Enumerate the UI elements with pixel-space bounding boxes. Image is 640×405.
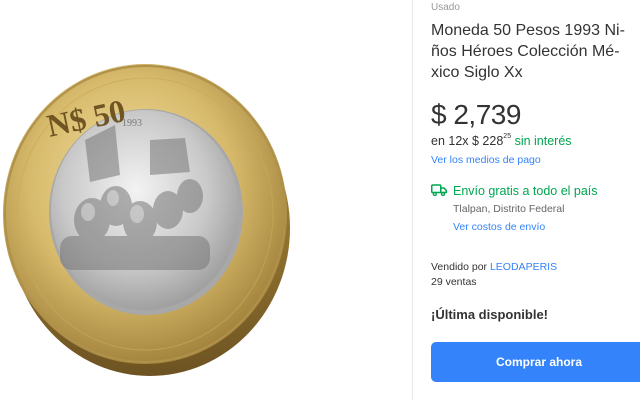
product-image-area[interactable]: N$ 50 1993 — [0, 0, 412, 400]
installments-cents: 25 — [503, 133, 512, 140]
stock-message: ¡Última disponible! — [431, 307, 548, 322]
shipping-costs-link[interactable]: Ver costos de envío — [453, 221, 545, 233]
payment-methods-link[interactable]: Ver los medios de pago — [431, 154, 541, 166]
coin-image[interactable]: N$ 50 1993 — [0, 0, 412, 400]
coin-year-text: 1993 — [122, 118, 142, 129]
panel-divider — [412, 0, 413, 400]
seller-sales: 29 ventas — [431, 276, 477, 288]
seller-link[interactable]: LEODAPERIS — [490, 261, 557, 273]
product-title: Moneda 50 Pesos 1993 Ni- ños Héroes Cole… — [431, 22, 625, 81]
buy-now-button[interactable]: Comprar ahora — [431, 342, 640, 382]
installments-suffix: sin interés — [511, 134, 572, 148]
free-shipping-text: Envío gratis a todo el país — [453, 184, 598, 198]
sold-by-label: Vendido por — [431, 261, 490, 273]
product-price: $ 2,739 — [431, 99, 521, 130]
sold-by: Vendido por LEODAPERIS — [431, 261, 557, 273]
purchase-panel: Usado Moneda 50 Pesos 1993 Ni- ños Héroe… — [431, 0, 640, 400]
installments-prefix: en 12x $ 228 — [431, 134, 504, 148]
installments-text: en 12x $ 22825 sin interés — [431, 133, 572, 148]
truck-icon — [431, 184, 447, 196]
shipping-location: Tlalpan, Distrito Federal — [453, 203, 565, 215]
condition-label: Usado — [431, 2, 460, 13]
